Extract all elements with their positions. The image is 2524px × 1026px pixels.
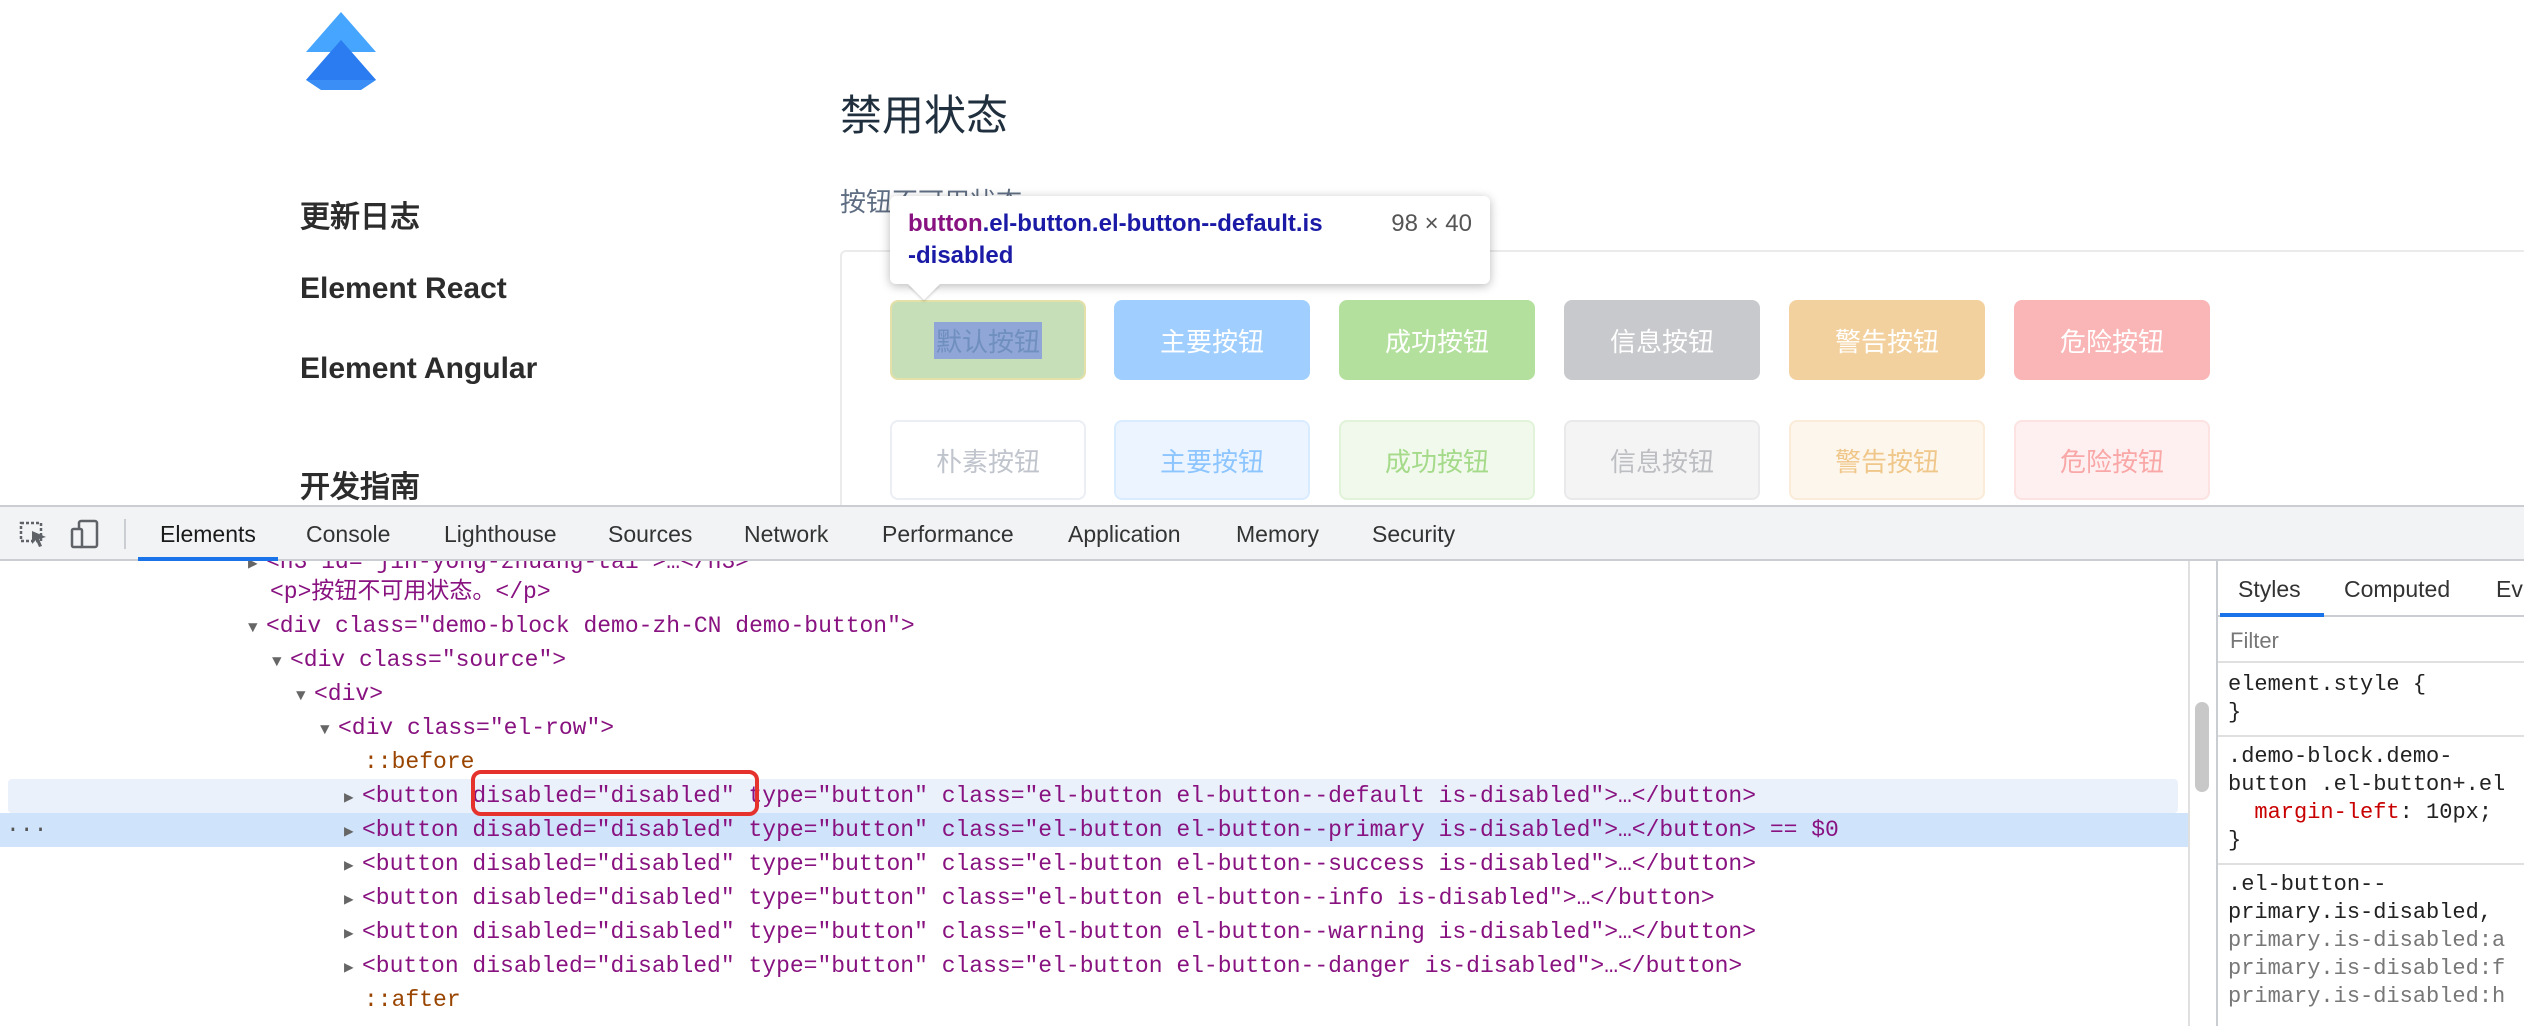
rule-declaration-margin-left[interactable]: margin-left: 10px; [2228, 799, 2492, 827]
dom-node-button-default[interactable]: ▶ <button disabled="disabled" type="butto… [8, 779, 2178, 813]
rule-selector-line[interactable]: primary.is-disabled:a [2228, 927, 2505, 955]
tooltip-selector: button.el-button.el-button--default.is [908, 210, 1323, 237]
rule-selector-line[interactable]: primary.is-disabled:h [2228, 983, 2505, 1011]
tab-event-listeners[interactable]: Ev [2496, 561, 2523, 617]
rule-selector-demo-block-cont[interactable]: button .el-button+.el [2228, 771, 2505, 799]
dom-node-button-danger[interactable]: ▶ <button disabled="disabled" type="butto… [0, 949, 2196, 983]
rule-selector-demo-block[interactable]: .demo-block.demo- [2228, 743, 2452, 771]
tab-sources[interactable]: Sources [608, 507, 692, 561]
styles-pane: Styles Computed Ev Filter element.style … [2216, 561, 2524, 1026]
rule-close-brace-2: } [2228, 828, 2242, 853]
elements-scrollbar[interactable] [2188, 561, 2216, 1026]
dom-node-el-row[interactable]: ▼ <div class="el-row"> [0, 711, 2196, 745]
elements-scrollbar-thumb[interactable] [2195, 702, 2209, 792]
danger-button-disabled[interactable]: 危险按钮 [2014, 300, 2210, 380]
plain-button-disabled[interactable]: 朴素按钮 [890, 420, 1086, 500]
element-logo-icon[interactable] [306, 12, 376, 90]
tab-elements[interactable]: Elements [160, 507, 256, 561]
tab-styles[interactable]: Styles [2238, 561, 2301, 617]
toolbar-divider [124, 519, 126, 549]
dom-node-button-success[interactable]: ▶ <button disabled="disabled" type="butto… [0, 847, 2196, 881]
dom-node-demo-block[interactable]: ▼ <div class="demo-block demo-zh-CN demo-… [0, 609, 2196, 643]
tab-network[interactable]: Network [744, 507, 828, 561]
dom-node-button-warning[interactable]: ▶ <button disabled="disabled" type="butto… [0, 915, 2196, 949]
plain-warning-button-disabled[interactable]: 警告按钮 [1789, 420, 1985, 500]
section-title: 禁用状态 [840, 91, 1009, 140]
tab-console[interactable]: Console [306, 507, 390, 561]
more-options-icon[interactable]: ··· [6, 813, 47, 847]
elements-tree: ▶ <h3 id="jin-yong-zhuang-tai">…</h3> <p>… [0, 561, 2196, 1026]
page-viewport: 更新日志 Element React Element Angular 开发指南 … [0, 0, 2524, 505]
nav-link-element-react[interactable]: Element React [300, 272, 507, 306]
inspect-element-icon[interactable] [18, 519, 50, 549]
plain-danger-button-disabled[interactable]: 危险按钮 [2014, 420, 2210, 500]
dom-node-button-primary[interactable]: ··· ▶ <button disabled="disabled" type="bu… [0, 813, 2196, 847]
tooltip-selector-cont: -disabled [908, 242, 1014, 269]
dom-node-button-info[interactable]: ▶ <button disabled="disabled" type="butto… [0, 881, 2196, 915]
button-label: 默认按钮 [933, 321, 1042, 359]
tab-computed[interactable]: Computed [2344, 561, 2450, 617]
success-button-disabled[interactable]: 成功按钮 [1339, 300, 1535, 380]
dom-node-source[interactable]: ▼ <div class="source"> [0, 643, 2196, 677]
nav-link-dev-guide[interactable]: 开发指南 [300, 462, 420, 505]
dom-node-after[interactable]: ::after [0, 983, 2196, 1017]
devtools-toolbar: Elements Console Lighthouse Sources Netw… [0, 507, 2524, 561]
highlight-annotation [471, 770, 759, 816]
tab-application[interactable]: Application [1068, 507, 1181, 561]
dom-node-div[interactable]: ▼ <div> [0, 677, 2196, 711]
plain-primary-button-disabled[interactable]: 主要按钮 [1114, 420, 1310, 500]
styles-tab-indicator [2220, 613, 2324, 617]
tooltip-size: 98 × 40 [1391, 210, 1472, 237]
tab-memory[interactable]: Memory [1236, 507, 1319, 561]
primary-button-disabled[interactable]: 主要按钮 [1114, 300, 1310, 380]
styles-filter-input[interactable]: Filter [2218, 619, 2524, 663]
info-button-disabled[interactable]: 信息按钮 [1564, 300, 1760, 380]
dom-node-p[interactable]: <p>按钮不可用状态。</p> [0, 575, 2196, 609]
nav-link-changelog[interactable]: 更新日志 [300, 192, 420, 236]
plain-info-button-disabled[interactable]: 信息按钮 [1564, 420, 1760, 500]
devtools-panel: Elements Console Lighthouse Sources Netw… [0, 505, 2524, 1026]
tab-performance[interactable]: Performance [882, 507, 1014, 561]
tab-lighthouse[interactable]: Lighthouse [444, 507, 557, 561]
inspect-tooltip: button.el-button.el-button--default.is -… [890, 196, 1490, 284]
rule-divider-2 [2218, 863, 2524, 865]
default-button-disabled[interactable]: 默认按钮 [890, 300, 1086, 380]
element-style-rule[interactable]: element.style { [2228, 671, 2426, 699]
rule-selector-line[interactable]: primary.is-disabled:f [2228, 955, 2505, 983]
rule-close-brace: } [2228, 700, 2242, 725]
tab-security[interactable]: Security [1372, 507, 1455, 561]
dom-node-before[interactable]: ::before [0, 745, 2196, 779]
rule-selector-line[interactable]: primary.is-disabled, [2228, 899, 2492, 927]
device-toolbar-icon[interactable] [70, 519, 102, 549]
styles-tabbar: Styles Computed Ev [2218, 561, 2524, 617]
nav-link-element-angular[interactable]: Element Angular [300, 352, 537, 386]
plain-success-button-disabled[interactable]: 成功按钮 [1339, 420, 1535, 500]
warning-button-disabled[interactable]: 警告按钮 [1789, 300, 1985, 380]
tooltip-arrow [908, 284, 940, 300]
rule-divider [2218, 735, 2524, 737]
rule-selector-el-button[interactable]: .el-button-- [2228, 871, 2386, 899]
screen: 更新日志 Element React Element Angular 开发指南 … [0, 0, 2524, 1026]
